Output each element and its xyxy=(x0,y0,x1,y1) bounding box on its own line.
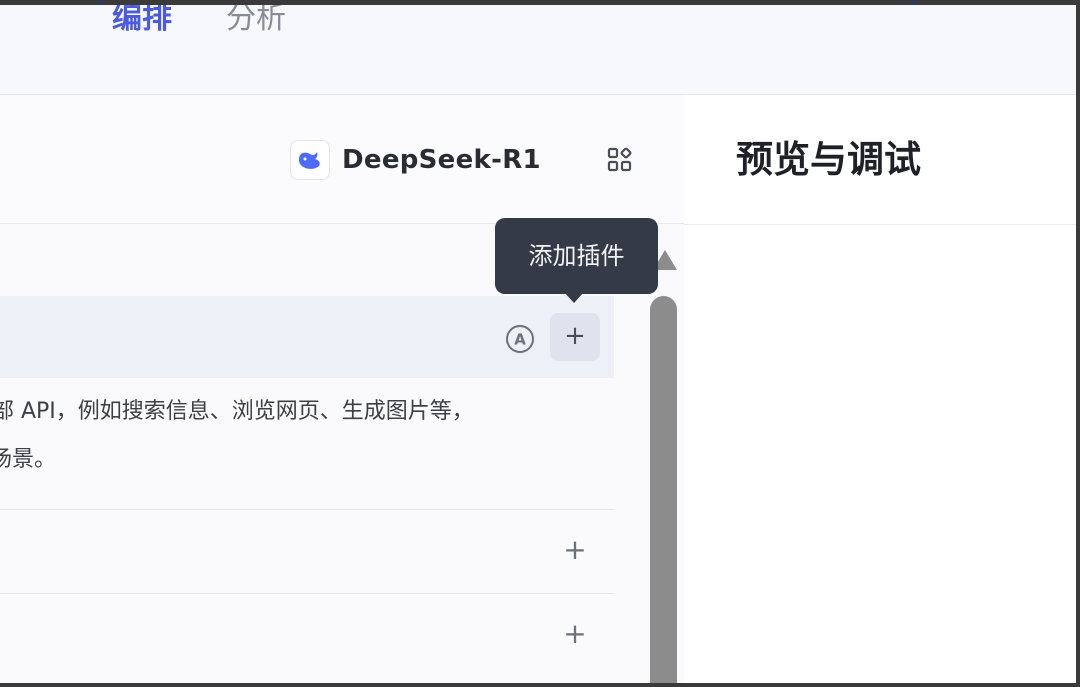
svg-text:A: A xyxy=(514,331,526,349)
add-plugin-tooltip: 添加插件 xyxy=(495,218,658,294)
preview-header: 预览与调试 xyxy=(684,95,1076,225)
add-button[interactable]: + xyxy=(562,530,588,570)
scrollbar-thumb[interactable] xyxy=(650,296,677,687)
window-border-top xyxy=(0,0,1080,5)
description-line: 部 API，例如搜索信息、浏览网页、生成图片等， xyxy=(0,399,474,424)
plugins-description: 部 API，例如搜索信息、浏览网页、生成图片等， 场景。 xyxy=(0,388,614,484)
description-line: 场景。 xyxy=(0,447,57,472)
add-button[interactable]: + xyxy=(562,614,588,654)
top-navigation: 编排 分析 xyxy=(0,1,1076,95)
model-name: DeepSeek-R1 xyxy=(342,145,541,175)
window-border-bottom xyxy=(0,683,1080,687)
apps-grid-icon[interactable] xyxy=(607,147,633,173)
deepseek-whale-icon xyxy=(290,140,330,180)
auto-a-icon[interactable]: A xyxy=(505,324,535,354)
window-border-right xyxy=(1076,0,1080,687)
plugins-section-header: A + xyxy=(0,296,614,378)
app-window: 编排 分析 DeepSeek-R1 A + 部 API，例如搜索信息、浏览网页、… xyxy=(0,0,1080,687)
preview-panel: 预览与调试 xyxy=(684,95,1076,683)
orchestration-panel: DeepSeek-R1 A + 部 API，例如搜索信息、浏览网页、生成图片等，… xyxy=(0,95,684,683)
list-item: + xyxy=(0,509,614,593)
border-tick xyxy=(100,0,102,5)
orchestration-header: DeepSeek-R1 xyxy=(0,95,684,224)
tab-orchestrate[interactable]: 编排 xyxy=(112,0,172,41)
tab-analysis[interactable]: 分析 xyxy=(226,0,286,41)
preview-title: 预览与调试 xyxy=(736,138,921,181)
add-plugin-button[interactable]: + xyxy=(550,313,600,361)
model-selector-button[interactable]: DeepSeek-R1 xyxy=(290,139,541,181)
tooltip-arrow xyxy=(564,292,584,303)
border-tick xyxy=(912,0,914,5)
list-item: + xyxy=(0,593,614,677)
